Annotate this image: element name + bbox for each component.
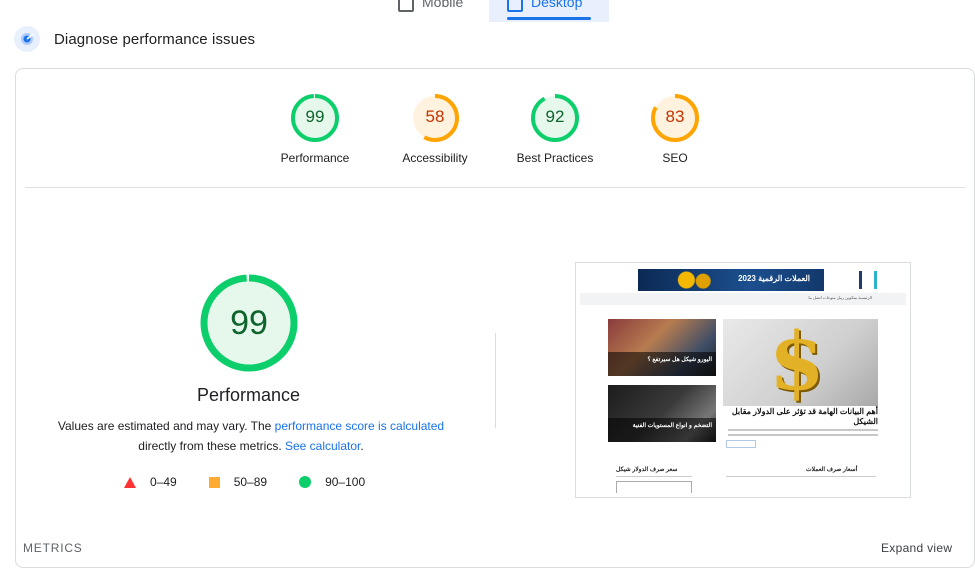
gauge-value: 83: [665, 107, 685, 126]
device-tabs: Mobile Desktop: [0, 0, 975, 22]
gold-coins-image: [664, 269, 720, 291]
legend-range: 0–49: [150, 475, 177, 489]
screenshot-navbar: الرئيسية بيتكوين ريبل منوعات اتصل بنا: [580, 293, 906, 305]
see-calculator-link[interactable]: See calculator: [285, 439, 360, 453]
section-divider: [25, 187, 965, 188]
gauge-value: 92: [545, 107, 565, 126]
gauge-value: 99: [305, 107, 325, 126]
performance-title: Performance: [196, 385, 301, 405]
gauge-label: Accessibility: [402, 151, 468, 165]
tab-mobile-label: Mobile: [422, 0, 464, 10]
section-underline: [726, 476, 876, 477]
card-title: التضخم و انواع المستويات الفنية: [632, 423, 712, 429]
score-legend: 0–49 50–89 90–100: [124, 475, 397, 489]
gauge-label: Best Practices: [516, 151, 594, 165]
final-screenshot[interactable]: العملات الرقمية 2023 الرئيسية بيتكوين ري…: [575, 262, 911, 498]
gauge-label: Performance: [280, 151, 350, 165]
card-title: اليورو شيكل هل سيرتفع ؟: [647, 357, 712, 363]
diagnose-header: Diagnose performance issues: [14, 26, 255, 52]
site-logo: [859, 271, 877, 289]
legend-item-average: 50–89: [208, 475, 268, 489]
vertical-divider: [495, 333, 496, 428]
note-text: Values are estimated and may vary. The: [57, 419, 275, 433]
tab-mobile[interactable]: Mobile: [380, 0, 488, 22]
performance-big-score: 99: [230, 304, 268, 342]
performance-note: Values are estimated and may vary. The p…: [41, 416, 461, 456]
gauge-label: SEO: [662, 151, 688, 165]
gauge-seo[interactable]: 83 SEO: [615, 93, 735, 165]
legend-item-pass: 90–100: [299, 475, 365, 489]
article-card-euro: اليورو شيكل هل سيرتفع ؟: [608, 319, 716, 376]
performance-score-link[interactable]: performance score is calculated: [275, 419, 444, 433]
read-more-button: [726, 440, 756, 448]
expand-view-toggle[interactable]: Expand view: [881, 541, 952, 555]
lighthouse-icon: [14, 26, 40, 52]
red-triangle-icon: [124, 476, 136, 488]
diagnose-title: Diagnose performance issues: [54, 30, 256, 48]
orange-square-icon: [208, 476, 220, 488]
text-line: [728, 434, 878, 436]
legend-item-fail: 0–49: [124, 475, 177, 489]
legend-range: 50–89: [233, 475, 268, 489]
score-gauges: 99 Performance 58 Accessibility 92 Best …: [16, 93, 975, 173]
article-card-inflation: التضخم و انواع المستويات الفنية: [608, 385, 716, 442]
section-heading-rates: أسعار صرف العملات: [806, 467, 858, 473]
legend-range: 90–100: [325, 475, 366, 489]
gauge-accessibility[interactable]: 58 Accessibility: [375, 93, 495, 165]
tab-desktop-label: Desktop: [531, 0, 583, 10]
converter-box: [616, 481, 692, 493]
green-circle-icon: [299, 476, 312, 488]
gauge-performance[interactable]: 99 Performance: [255, 93, 375, 165]
tab-selected-indicator: [507, 17, 591, 20]
screenshot-banner: العملات الرقمية 2023: [638, 269, 824, 291]
dollar-sign-image: $: [723, 319, 878, 406]
banner-text: العملات الرقمية 2023: [738, 274, 810, 283]
gauge-best-practices[interactable]: 92 Best Practices: [495, 93, 615, 165]
lighthouse-report-card: 99 Performance 58 Accessibility 92 Best …: [15, 68, 975, 568]
note-text: .: [360, 439, 364, 453]
navbar-text: الرئيسية بيتكوين ريبل منوعات اتصل بنا: [808, 295, 872, 300]
note-text: directly from these metrics.: [138, 439, 285, 453]
desktop-monitor-icon: [507, 0, 523, 12]
section-heading-dollar: سعر صرف الدولار شيكل: [616, 467, 678, 473]
section-underline: [616, 476, 692, 477]
tab-desktop[interactable]: Desktop: [489, 0, 609, 22]
text-line: [728, 429, 878, 431]
dollar-glyph: $: [769, 314, 825, 408]
gauge-value: 58: [425, 107, 445, 126]
screenshot-headline: أهم البيانات الهامة قد تؤثر على الدولار …: [731, 407, 878, 426]
metrics-heading: METRICS: [23, 541, 83, 555]
mobile-phone-icon: [398, 0, 414, 12]
